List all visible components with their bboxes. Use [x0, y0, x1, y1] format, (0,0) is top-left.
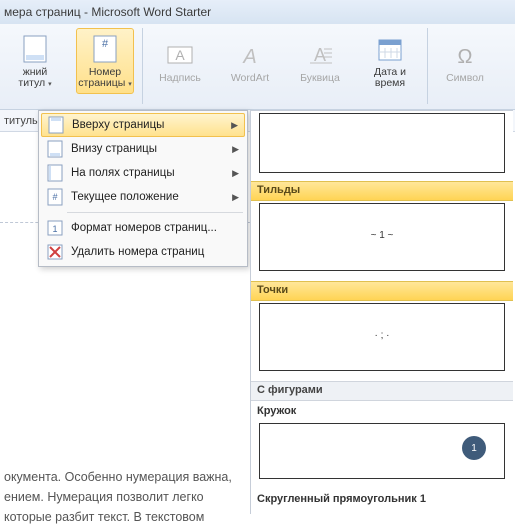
menu-format-page-numbers[interactable]: 1 Формат номеров страниц... [41, 216, 245, 240]
submenu-arrow-icon: ▶ [231, 120, 238, 131]
svg-text:1: 1 [52, 224, 57, 234]
ribbon: жнийтитул ▾ # Номерстраницы ▾ A Надпись … [0, 24, 515, 110]
current-position-icon: # [45, 187, 65, 207]
menu-remove-page-numbers[interactable]: Удалить номера страниц [41, 240, 245, 264]
svg-text:Ω: Ω [458, 46, 473, 68]
symbol-button[interactable]: Ω Символ [436, 28, 494, 94]
page-margins-icon [45, 163, 65, 183]
gallery-label-roundrect: Скругленный прямоугольник 1 [251, 489, 513, 509]
symbol-icon: Ω [449, 39, 481, 71]
svg-text:#: # [102, 38, 109, 50]
page-number-gallery: Тильды ~ 1 ~ Точки · ; · С фигурами Круж… [250, 110, 513, 514]
gallery-header-tildes: Тильды [251, 181, 513, 201]
footer-button[interactable]: жнийтитул ▾ [6, 28, 64, 94]
gallery-label-circle: Кружок [251, 401, 513, 421]
page-bottom-icon [45, 139, 65, 159]
document-body-text: окумента. Особенно нумерация важна, ение… [4, 467, 274, 527]
menu-page-margins[interactable]: На полях страницы ▶ [41, 161, 245, 185]
gallery-item-tildes[interactable]: ~ 1 ~ [259, 203, 505, 271]
svg-text:A: A [242, 46, 256, 68]
wordart-button[interactable]: A WordArt [221, 28, 279, 94]
page-footer-icon [19, 33, 51, 65]
gallery-header-shapes: С фигурами [251, 381, 513, 401]
format-icon: 1 [45, 218, 65, 238]
datetime-button[interactable]: Дата ивремя [361, 28, 419, 94]
submenu-arrow-icon: ▶ [232, 144, 239, 155]
dropcap-button[interactable]: A Буквица [291, 28, 349, 94]
calendar-icon [374, 33, 406, 65]
submenu-arrow-icon: ▶ [232, 168, 239, 179]
submenu-arrow-icon: ▶ [232, 192, 239, 203]
page-top-icon [46, 115, 66, 135]
circle-badge: 1 [462, 436, 486, 460]
menu-bottom-of-page[interactable]: Внизу страницы ▶ [41, 137, 245, 161]
textbox-icon: A [164, 39, 196, 71]
page-number-icon: # [89, 33, 121, 65]
page-number-menu: Вверху страницы ▶ Внизу страницы ▶ На по… [38, 110, 248, 267]
page-number-button[interactable]: # Номерстраницы ▾ [76, 28, 134, 94]
svg-text:A: A [314, 45, 326, 65]
dropcap-icon: A [304, 39, 336, 71]
textbox-button[interactable]: A Надпись [151, 28, 209, 94]
gallery-item-dots[interactable]: · ; · [259, 303, 505, 371]
window-title: мера страниц - Microsoft Word Starter [0, 0, 515, 24]
remove-icon [45, 242, 65, 262]
svg-text:#: # [52, 192, 57, 202]
gallery-header-dots: Точки [251, 281, 513, 301]
svg-text:A: A [175, 47, 185, 63]
gallery-item-circle[interactable]: 1 [259, 423, 505, 479]
menu-top-of-page[interactable]: Вверху страницы ▶ [41, 113, 245, 137]
menu-current-position[interactable]: # Текущее положение ▶ [41, 185, 245, 209]
wordart-icon: A [234, 39, 266, 71]
